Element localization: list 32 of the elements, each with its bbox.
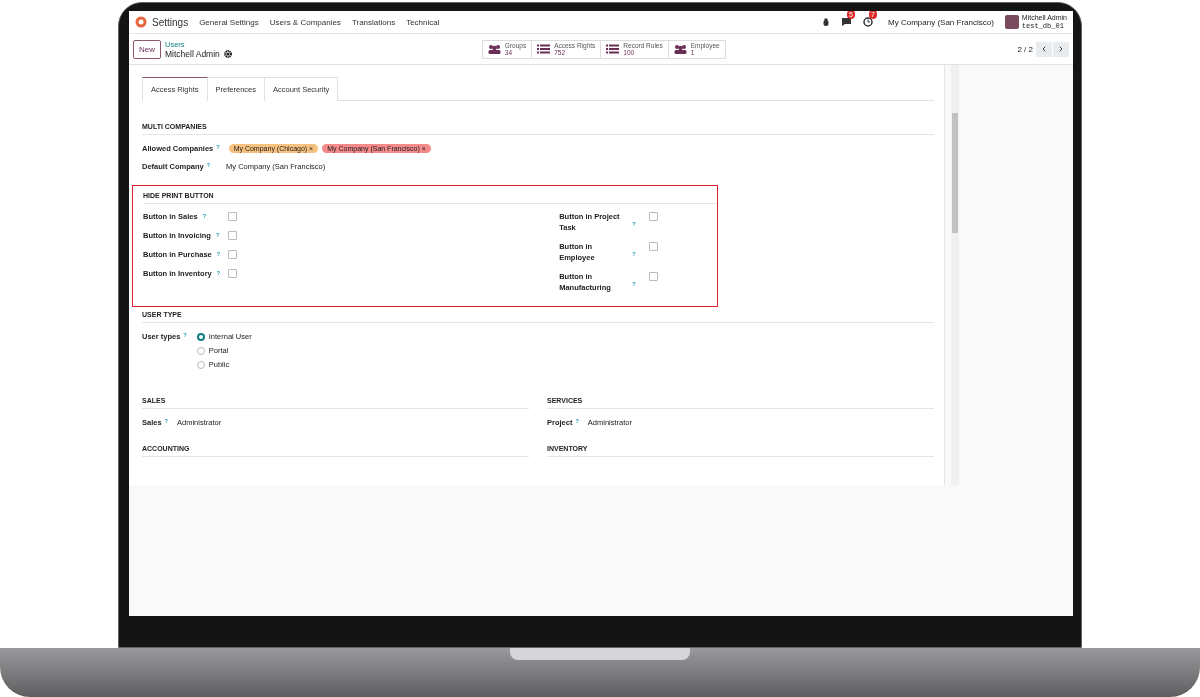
menu-item[interactable]: Translations [351,17,396,27]
company-switcher[interactable]: My Company (San Francisco) [888,17,994,27]
users-icon [673,44,687,54]
checkbox[interactable] [228,269,237,278]
checkbox[interactable] [649,242,659,251]
menu-item[interactable]: General Settings [199,17,259,27]
checkbox[interactable] [228,250,237,259]
app-logo-icon [135,16,147,28]
new-button[interactable]: New [133,39,161,59]
list-icon [606,44,620,54]
chevron-right-icon [1059,45,1063,53]
radio-button[interactable] [196,332,205,341]
menu-item[interactable]: Users & Companies [269,17,341,27]
previous-button[interactable] [1036,41,1052,57]
chevron-left-icon [1042,45,1046,53]
record-title: Mitchell Admin [165,48,220,59]
settings-icon[interactable] [223,49,232,58]
next-button[interactable] [1053,41,1069,57]
scrollbar[interactable] [951,65,959,485]
list-icon [537,44,551,54]
bug-icon[interactable] [822,17,831,27]
avatar-icon[interactable] [1004,15,1019,29]
users-icon [487,44,501,54]
clock-icon[interactable] [863,17,874,27]
chat-icon[interactable] [841,17,853,27]
menu-item[interactable]: Technical [406,17,440,27]
pager-counter: 2 / 2 [1017,44,1033,54]
checkbox[interactable] [228,212,237,221]
app-name[interactable]: Settings [152,16,189,28]
checkbox[interactable] [649,272,659,281]
checkbox[interactable] [649,212,659,221]
checkbox[interactable] [228,231,237,240]
